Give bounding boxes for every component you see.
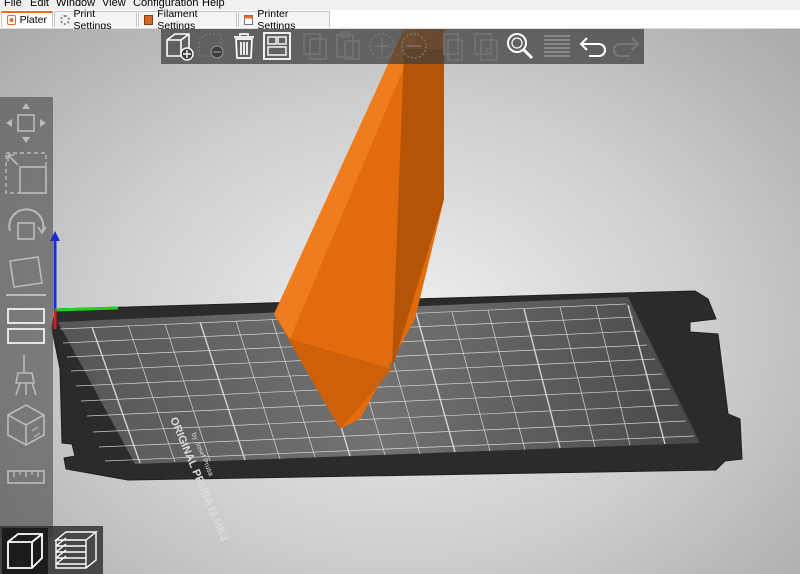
add-object-icon <box>166 33 194 61</box>
hollow-button[interactable] <box>2 401 50 449</box>
arrange-icon <box>263 32 291 60</box>
trash-icon <box>234 33 254 59</box>
layers-preview-icon <box>54 531 98 569</box>
preview-button[interactable] <box>52 528 98 574</box>
place-on-face-button[interactable] <box>2 253 50 301</box>
tab-filament-settings[interactable]: Filament Settings <box>138 8 237 32</box>
tab-plater[interactable]: Plater <box>1 11 53 27</box>
split-parts-button[interactable]: P <box>470 30 502 62</box>
cut-button[interactable] <box>2 303 50 351</box>
undo-button[interactable] <box>577 30 609 62</box>
redo-button[interactable] <box>610 30 642 62</box>
split-objects-icon <box>443 33 463 61</box>
cube-view-icon <box>7 533 43 569</box>
add-instance-button[interactable] <box>366 30 398 62</box>
filament-icon <box>144 14 154 25</box>
split-objects-button[interactable] <box>438 30 470 62</box>
remove-instance-button[interactable] <box>398 30 430 62</box>
paintbrush-icon <box>15 355 37 396</box>
plus-circle-icon <box>369 33 395 59</box>
svg-text:P: P <box>485 47 492 58</box>
tab-plater-label: Plater <box>19 14 47 26</box>
add-button[interactable] <box>163 30 195 62</box>
paste-icon <box>336 31 360 60</box>
tab-bar: Plater Print Settings Filament Settings … <box>0 8 800 32</box>
top-toolbar: P <box>161 29 644 64</box>
paste-button[interactable] <box>332 30 364 62</box>
menu-file[interactable]: File <box>4 0 22 10</box>
redo-icon <box>613 37 640 57</box>
delete-button[interactable] <box>195 30 227 62</box>
3d-viewport[interactable]: ORIGINAL PRUSA i3 MK3 by Josef Prusa P <box>0 29 800 574</box>
search-button[interactable] <box>504 30 536 62</box>
plater-icon <box>7 15 16 25</box>
paint-supports-button[interactable] <box>2 351 50 399</box>
y-axis <box>54 306 119 312</box>
undo-icon <box>579 37 606 57</box>
printer-icon <box>244 14 254 25</box>
rotate-icon <box>8 208 47 240</box>
split-parts-icon: P <box>474 33 498 61</box>
ruler-icon <box>7 470 45 484</box>
layers-editing-button[interactable] <box>541 30 573 62</box>
3d-view-button[interactable] <box>2 528 48 574</box>
move-icon <box>6 103 46 143</box>
tab-print-settings-label: Print Settings <box>73 7 112 32</box>
view-mode-toolbar <box>0 526 103 574</box>
layers-icon <box>544 35 570 57</box>
minus-circle-icon <box>401 33 427 59</box>
cube-icon <box>7 404 45 446</box>
move-button[interactable] <box>2 99 50 147</box>
tab-printer-settings[interactable]: Printer Settings <box>238 8 330 32</box>
menu-edit[interactable]: Edit <box>30 0 49 10</box>
scene-canvas[interactable]: ORIGINAL PRUSA i3 MK3 by Josef Prusa <box>0 29 800 574</box>
tab-printer-settings-label: Printer Settings <box>257 7 296 32</box>
arrange-button[interactable] <box>261 30 293 62</box>
measure-button[interactable] <box>2 453 50 501</box>
copy-button[interactable] <box>299 30 331 62</box>
delete-icon <box>198 33 224 59</box>
gear-icon <box>60 14 70 25</box>
place-on-face-icon <box>6 256 46 296</box>
delete-all-button[interactable] <box>228 30 260 62</box>
copy-icon <box>303 33 327 60</box>
tab-print-settings[interactable]: Print Settings <box>54 8 137 32</box>
search-icon <box>507 33 534 60</box>
rotate-button[interactable] <box>2 201 50 249</box>
left-toolbar <box>0 97 53 537</box>
scale-icon <box>5 152 47 194</box>
scale-button[interactable] <box>2 149 50 197</box>
cut-icon <box>7 308 45 344</box>
tab-filament-settings-label: Filament Settings <box>157 7 198 32</box>
